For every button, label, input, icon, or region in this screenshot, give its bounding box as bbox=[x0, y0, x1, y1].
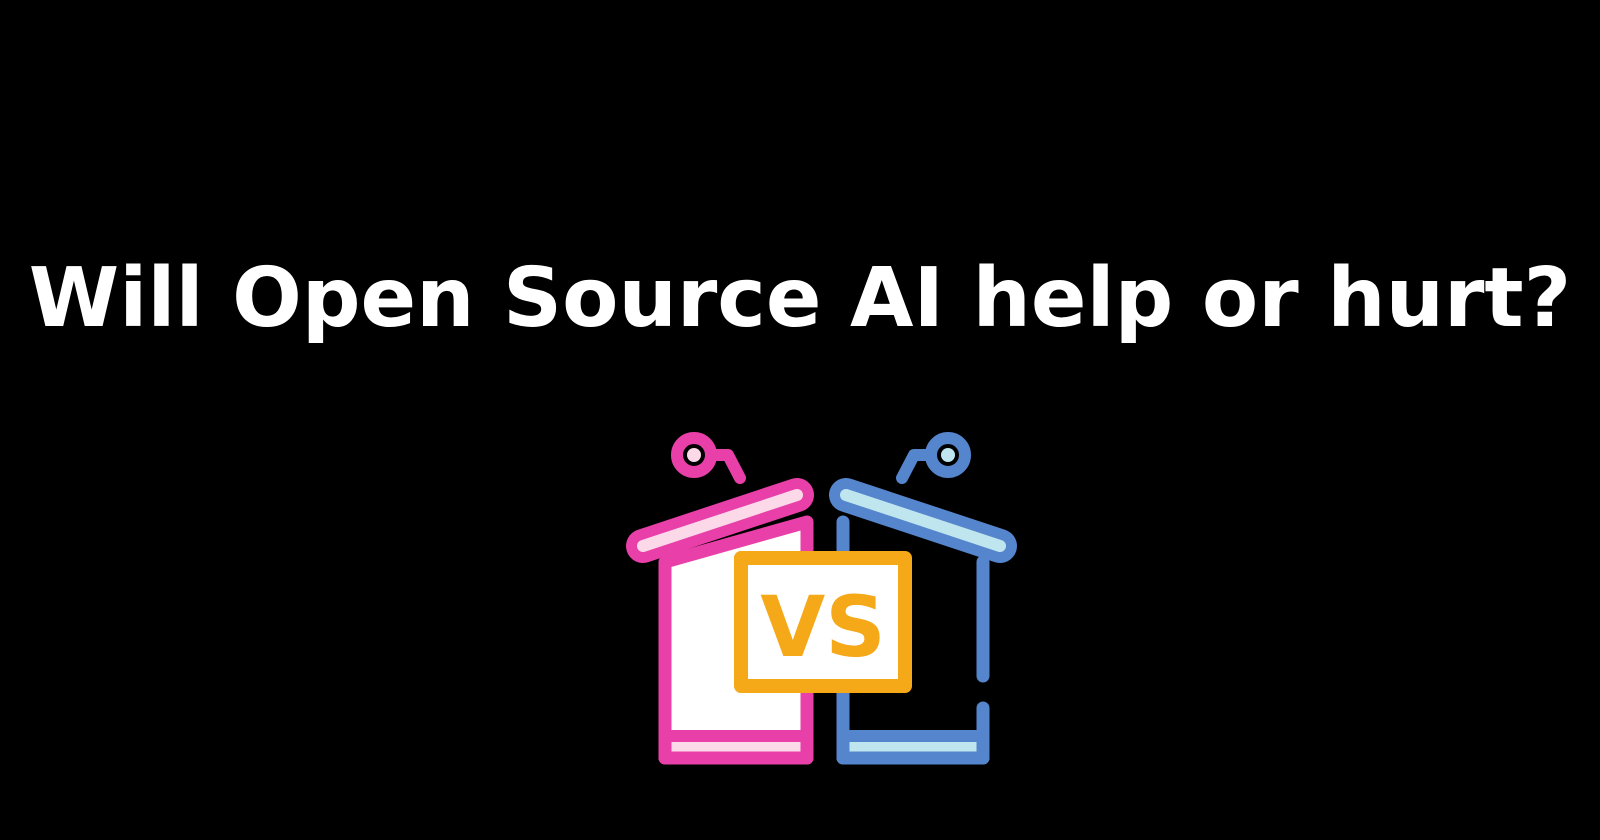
vs-badge: VS bbox=[734, 551, 912, 693]
vs-badge-text: VS bbox=[760, 578, 886, 676]
debate-podiums-vs-icon: VS bbox=[626, 432, 1017, 765]
left-mic-stem bbox=[705, 449, 746, 484]
banner: Will Open Source AI help or hurt? VS bbox=[0, 0, 1600, 840]
page-title: Will Open Source AI help or hurt? bbox=[28, 250, 1572, 346]
right-mic-stem bbox=[896, 449, 937, 484]
